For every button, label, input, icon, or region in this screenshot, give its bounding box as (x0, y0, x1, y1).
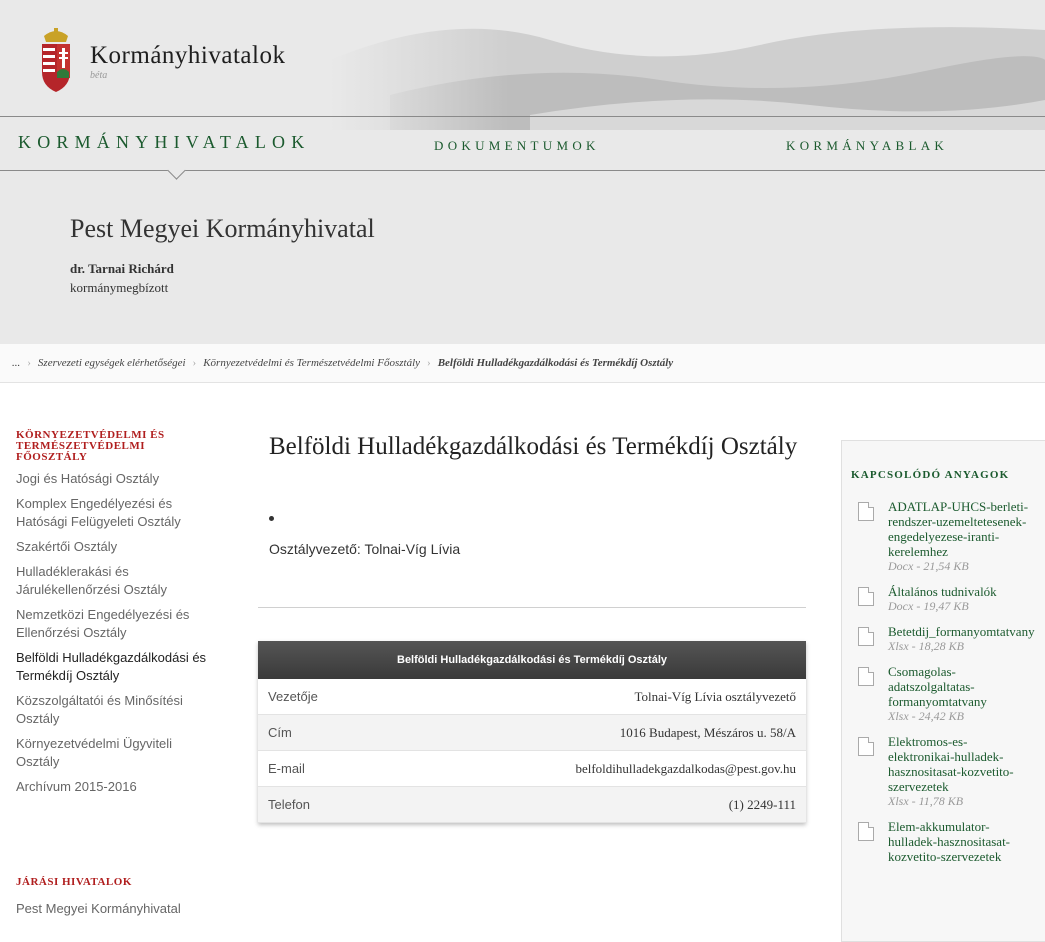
document-item[interactable]: ADATLAP-UHCS-berleti- rendszer-uzemeltet… (858, 499, 1045, 573)
breadcrumb-separator: › (192, 357, 197, 369)
breadcrumb-ellipsis[interactable]: ... (12, 357, 20, 369)
file-icon (858, 667, 874, 686)
site-title[interactable]: Kormányhivatalok (90, 42, 285, 70)
sidebar-item[interactable]: Jogi és Hatósági Osztály (16, 470, 216, 488)
nav-item-dokumentumok[interactable]: Dokumentumok (434, 138, 600, 154)
org-title: Pest Megyei Kormányhivatal (70, 214, 375, 243)
sidebar: Környezetvédelmi és Természetvédelmi Főo… (16, 430, 216, 803)
document-meta: Xlsx - 24,42 KB (888, 709, 964, 723)
head-role: kormánymegbízott (70, 280, 169, 295)
file-icon (858, 627, 874, 646)
document-item[interactable]: Betetdij_formanyomtatvany Xlsx - 18,28 K… (858, 624, 1045, 653)
file-icon (858, 502, 874, 521)
row-value: (1) 2249-111 (728, 796, 796, 812)
breadcrumb: ... › Szervezeti egységek elérhetőségei › Kö… (12, 357, 673, 369)
beta-label: béta (90, 70, 108, 81)
related-materials-title: Kapcsolódó anyagok (851, 469, 1010, 481)
sidebar-item[interactable]: Szakértői Osztály (16, 538, 216, 556)
sidebar-item[interactable]: Hulladéklerakási és Járulékellenőrzési O… (16, 563, 216, 599)
file-icon (858, 737, 874, 756)
document-item[interactable]: Elem-akkumulator- hulladek-hasznositasat… (858, 819, 1045, 864)
row-label: Cím (268, 725, 292, 740)
document-link[interactable]: Betetdij_formanyomtatvany (888, 624, 1045, 639)
document-item[interactable]: Csomagolas- adatszolgaltatas- formanyomt… (858, 664, 1045, 723)
head-name: dr. Tarnai Richárd (70, 261, 174, 276)
nav-divider-top (0, 116, 1045, 117)
document-link[interactable]: Elem-akkumulator- hulladek-hasznositasat… (888, 819, 1045, 864)
breadcrumb-item[interactable]: Környezetvédelmi és Természetvédelmi Főo… (203, 357, 420, 369)
coat-of-arms-icon (42, 28, 70, 92)
document-item[interactable]: Általános tudnivalók Docx - 19,47 KB (858, 584, 1045, 613)
nav-active-indicator (167, 161, 186, 180)
department-leader: Osztályvezető: Tolnai-Víg Lívia (269, 541, 461, 557)
breadcrumb-current: Belföldi Hulladékgazdálkodási és Termékd… (437, 357, 674, 369)
sidebar-item[interactable]: Nemzetközi Engedélyezési és Ellenőrzési … (16, 606, 216, 642)
file-icon (858, 587, 874, 606)
page-title: Belföldi Hulladékgazdálkodási és Termékd… (269, 433, 798, 460)
sidebar-heading[interactable]: Környezetvédelmi és Természetvédelmi Főo… (16, 430, 216, 463)
sidebar-item[interactable]: Archívum 2015-2016 (16, 778, 216, 796)
document-link[interactable]: Csomagolas- adatszolgaltatas- formanyomt… (888, 664, 1045, 709)
breadcrumb-separator: › (427, 357, 431, 369)
site-header: Kormányhivatalok béta Kormányhivatalok D… (0, 0, 1045, 370)
bullet-dot (269, 516, 274, 521)
document-link[interactable]: Elektromos-es- elektronikai-hulladek- ha… (888, 734, 1045, 794)
sidebar-item[interactable]: Pest Megyei Kormányhivatal (16, 901, 181, 916)
row-value: 1016 Budapest, Mészáros u. 58/A (619, 724, 796, 740)
row-label: Telefon (268, 797, 310, 812)
row-value: Tolnai-Víg Lívia osztályvezető (634, 688, 796, 704)
row-label: E-mail (268, 761, 305, 776)
document-link[interactable]: ADATLAP-UHCS-berleti- rendszer-uzemeltet… (888, 499, 1045, 559)
sidebar-item-active[interactable]: Belföldi Hulladékgazdálkodási és Termékd… (16, 649, 216, 685)
sidebar-item[interactable]: Közszolgáltatói és Minősítési Osztály (16, 692, 216, 728)
row-label: Vezetője (268, 689, 318, 704)
nav-item-kormanyhivatalok[interactable]: Kormányhivatalok (18, 132, 310, 153)
table-row: E-mail belfoldihulladekgazdalkodas@pest.… (258, 751, 806, 787)
sidebar-item[interactable]: Környezetvédelmi Ügyviteli Osztály (16, 735, 216, 771)
contact-table-header: Belföldi Hulladékgazdálkodási és Termékd… (258, 641, 806, 679)
email-link[interactable]: belfoldihulladekgazdalkodas@pest.gov.hu (575, 761, 796, 777)
document-item[interactable]: Elektromos-es- elektronikai-hulladek- ha… (858, 734, 1045, 808)
table-row: Cím 1016 Budapest, Mészáros u. 58/A (258, 715, 806, 751)
document-meta: Xlsx - 11,78 KB (888, 794, 964, 808)
landscape-image (330, 0, 1045, 130)
table-row: Telefon (1) 2249-111 (258, 787, 806, 823)
table-row: Vezetője Tolnai-Víg Lívia osztályvezető (258, 679, 806, 715)
sidebar-item[interactable]: Komplex Engedélyezési és Hatósági Felügy… (16, 495, 216, 531)
sidebar-heading-jarasi[interactable]: Járási hivatalok (16, 876, 132, 888)
nav-divider-bottom (0, 170, 1045, 171)
file-icon (858, 822, 874, 841)
breadcrumb-item[interactable]: Szervezeti egységek elérhetőségei (38, 357, 186, 369)
contact-table: Belföldi Hulladékgazdálkodási és Termékd… (258, 641, 806, 823)
document-meta: Docx - 19,47 KB (888, 599, 969, 613)
breadcrumb-separator: › (27, 357, 31, 369)
document-list: ADATLAP-UHCS-berleti- rendszer-uzemeltet… (858, 499, 1045, 875)
content-divider (258, 607, 806, 608)
document-link[interactable]: Általános tudnivalók (888, 584, 1045, 599)
document-meta: Xlsx - 18,28 KB (888, 639, 964, 653)
document-meta: Docx - 21,54 KB (888, 559, 969, 573)
nav-item-kormanyablak[interactable]: Kormányablak (786, 138, 948, 154)
